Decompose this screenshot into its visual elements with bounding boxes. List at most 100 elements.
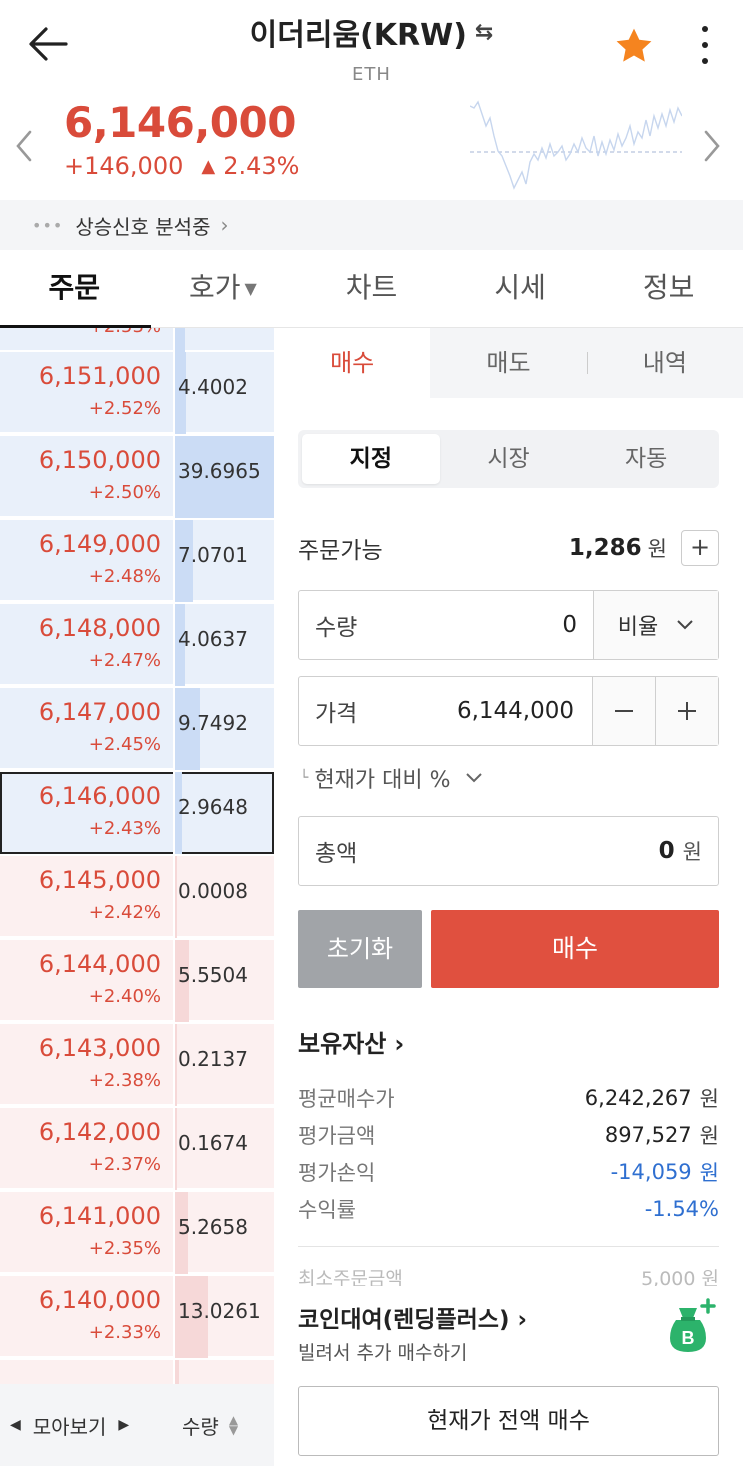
group-selector[interactable]: ◀ 모아보기 ▶: [0, 1411, 166, 1440]
orderbook-row[interactable]: 6,141,000 +2.35% 5.2658: [0, 1192, 274, 1274]
holding-unit: 원: [699, 1087, 719, 1111]
orderbook-row-partial[interactable]: +2.53%: [0, 328, 274, 352]
tab-buy[interactable]: 매수: [274, 328, 431, 398]
orderbook-row[interactable]: 6,151,000 +2.52% 4.4002: [0, 352, 274, 434]
more-menu-button[interactable]: [690, 22, 720, 68]
holding-label: 평균매수가: [298, 1087, 395, 1111]
price-decrease-button[interactable]: [592, 677, 655, 745]
min-order-row: 최소주문금액 5,000 원: [298, 1264, 719, 1286]
orderbook-row[interactable]: 6,140,000 +2.33% 13.0261: [0, 1276, 274, 1358]
tab-label: 차트: [345, 271, 398, 304]
holdings-title: 보유자산: [298, 1030, 387, 1058]
order-type-auto[interactable]: 자동: [577, 434, 715, 484]
orderbook-row[interactable]: 6,148,000 +2.47% 4.0637: [0, 604, 274, 686]
holding-label: 평가손익: [298, 1161, 376, 1185]
next-coin-button[interactable]: [698, 126, 726, 166]
up-triangle-icon: ▲: [201, 155, 216, 177]
orderbook-price: 6,151,000: [38, 362, 161, 390]
orderbook-qty-cell: 4.0637: [173, 604, 274, 686]
orderbook-row[interactable]: 6,144,000 +2.40% 5.5504: [0, 940, 274, 1022]
qty-sort-toggle[interactable]: 수량 ▲ ▼: [166, 1411, 238, 1440]
signal-banner[interactable]: ••• 상승신호 분석중 ›: [0, 200, 743, 250]
ratio-dropdown[interactable]: 비율: [593, 591, 718, 659]
triangle-right-icon[interactable]: ▶: [118, 1417, 129, 1433]
price-label: 가격: [315, 701, 358, 727]
orderbook-qty-cell: 9.7492: [173, 688, 274, 770]
reset-button[interactable]: 초기화: [298, 910, 422, 988]
tab-info[interactable]: 정보: [594, 250, 743, 327]
orderbook-qty: 7.0701: [178, 543, 248, 567]
orderbook-rate: +2.47%: [88, 650, 161, 671]
volume-bar: [175, 856, 177, 938]
orderbook-qty: 39.6965: [178, 459, 261, 483]
coin-title: 이더리움(KRW): [249, 18, 467, 53]
tab-chart[interactable]: 차트: [297, 250, 446, 327]
orderbook-row[interactable]: 6,145,000 +2.42% 0.0008: [0, 856, 274, 938]
chevron-right-icon: [704, 130, 720, 162]
triangle-left-icon[interactable]: ◀: [10, 1417, 21, 1433]
tab-sell[interactable]: 매도: [430, 328, 586, 398]
price-change: +146,000 ▲ 2.43%: [64, 152, 299, 180]
orderbook-qty-cell: 4.4002: [173, 352, 274, 434]
favorite-button[interactable]: [612, 24, 656, 68]
orderbook-row[interactable]: 6,147,000 +2.45% 9.7492: [0, 688, 274, 770]
price-ratio-toggle[interactable]: └ 현재가 대비 %: [300, 762, 483, 794]
orderbook-qty-cell: 2.9648: [173, 772, 274, 854]
order-panel: 매수 매도 내역 지정 시장 자동 주문가능 1,286 원 + 수량 0 비율…: [274, 328, 743, 1466]
main-tabs: 주문 호가 ▼ 차트 시세 정보: [0, 250, 743, 329]
total-input[interactable]: 총액 0 원: [299, 817, 718, 885]
order-type-limit[interactable]: 지정: [302, 434, 440, 484]
ratio-label: 비율: [617, 615, 659, 640]
tab-order[interactable]: 주문: [0, 250, 151, 329]
quantity-input[interactable]: 수량 0: [299, 591, 593, 659]
price-increase-button[interactable]: [655, 677, 718, 745]
orderbook-row-partial[interactable]: [0, 1360, 274, 1384]
orderbook-row[interactable]: 6,150,000 +2.50% 39.6965: [0, 436, 274, 518]
buy-all-at-current-price-button[interactable]: 현재가 전액 매수: [298, 1386, 719, 1456]
holding-label: 평가금액: [298, 1124, 376, 1148]
holding-row: 수익률 -1.54%: [298, 1193, 719, 1225]
holding-row: 평가손익 -14,059 원: [298, 1156, 719, 1188]
order-type-market[interactable]: 시장: [440, 434, 578, 484]
orderbook-price: 6,144,000: [38, 950, 161, 978]
orderbook-qty-cell: 0.1674: [173, 1108, 274, 1190]
orderbook-rate: +2.37%: [88, 1154, 161, 1175]
total-value: 0: [658, 838, 675, 864]
orderbook-qty-cell: 13.0261: [173, 1276, 274, 1358]
orderbook-qty-cell: 0.0008: [173, 856, 274, 938]
orderbook-row[interactable]: 6,142,000 +2.37% 0.1674: [0, 1108, 274, 1190]
orderbook-row[interactable]: 6,143,000 +2.38% 0.2137: [0, 1024, 274, 1106]
price-input[interactable]: 가격 6,144,000: [299, 677, 592, 745]
money-bag-icon: B: [670, 1298, 716, 1352]
tab-history[interactable]: 내역: [586, 328, 743, 398]
minus-icon: [615, 710, 633, 712]
prev-coin-button[interactable]: [10, 126, 38, 166]
signal-text: 상승신호 분석중: [75, 214, 211, 239]
group-label: 모아보기: [32, 1414, 107, 1439]
orderbook-rate: +2.42%: [88, 902, 161, 923]
orderbook-qty: 9.7492: [178, 711, 248, 735]
orderbook-qty: 0.2137: [178, 1047, 248, 1071]
qty-sort-label: 수량: [182, 1414, 219, 1439]
holdings-link[interactable]: 보유자산 ›: [298, 1024, 404, 1059]
deposit-plus-button[interactable]: +: [681, 530, 719, 566]
tab-market[interactable]: 시세: [446, 250, 595, 327]
order-side-tabs: 매수 매도 내역: [274, 328, 743, 398]
tab-orderbook[interactable]: 호가 ▼: [149, 250, 298, 327]
orderbook[interactable]: +2.53% 6,151,000 +2.52% 4.4002 6,150,000 +2.…: [0, 328, 274, 1384]
orderbook-qty: 2.9648: [178, 795, 248, 819]
total-field[interactable]: 총액 0 원: [298, 816, 719, 886]
holding-unit: 원: [699, 1124, 719, 1148]
price-value: 6,144,000: [456, 698, 574, 724]
orderbook-qty: 4.0637: [178, 627, 248, 651]
orderbook-row[interactable]: 6,146,000 +2.43% 2.9648: [0, 772, 274, 854]
orderbook-qty-cell: 5.5504: [173, 940, 274, 1022]
lending-title-text: 코인대여(렌딩플러스): [298, 1307, 510, 1333]
min-order-label: 최소주문금액: [298, 1268, 403, 1286]
buy-button[interactable]: 매수: [431, 910, 719, 988]
orderbook-row[interactable]: 6,149,000 +2.48% 7.0701: [0, 520, 274, 602]
orderbook-qty: 5.2658: [178, 1215, 248, 1239]
lending-banner[interactable]: 코인대여(렌딩플러스) › 빌려서 추가 매수하기 B: [298, 1298, 719, 1370]
more-dot: [702, 26, 708, 32]
coin-title-button[interactable]: 이더리움(KRW) ⇆: [250, 10, 494, 54]
